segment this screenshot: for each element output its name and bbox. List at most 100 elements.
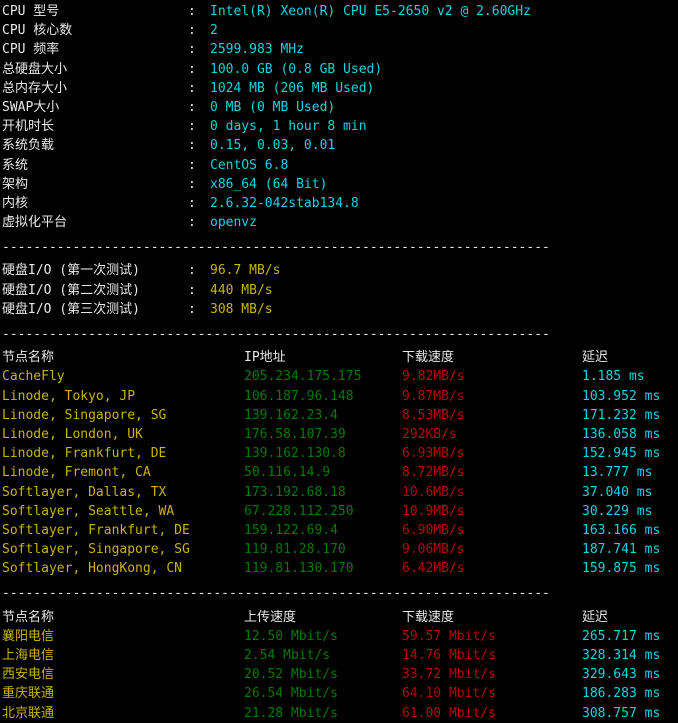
system-info-value: 2599.983 MHz — [210, 42, 304, 58]
node-download-speed: 9.87MB/s — [402, 388, 465, 404]
table-row: 襄阳电信 12.50 Mbit/s 59.57 Mbit/s 265.717 ms — [2, 627, 678, 646]
node-ip: 67.228.112.250 — [244, 503, 354, 519]
system-info-label: 开机时长 — [2, 119, 55, 135]
node-latency: 30.229 ms — [582, 503, 653, 519]
column-header-download: 下载速度 — [402, 350, 455, 366]
node-upload-speed: 20.52 Mbit/s — [244, 667, 338, 683]
node-name: 北京联通 — [2, 705, 55, 721]
system-info-label: 架构 — [2, 176, 29, 192]
node-download-speed: 61.00 Mbit/s — [402, 705, 496, 721]
speedtest-intl-table: 节点名称 IP地址 下载速度 延迟 CacheFly 205.234.175.17… — [2, 348, 678, 578]
system-info-value: CentOS 6.8 — [210, 157, 289, 173]
table-header-row: 节点名称 IP地址 下载速度 延迟 — [2, 348, 678, 367]
node-name: Softlayer, Frankfurt, DE — [2, 522, 190, 538]
node-download-speed: 10.6MB/s — [402, 484, 465, 500]
disk-io-colon: : — [188, 263, 196, 279]
system-info-colon: : — [188, 215, 196, 231]
node-latency: 136.058 ms — [582, 426, 661, 442]
system-info-colon: : — [188, 138, 196, 154]
node-upload-speed: 21.28 Mbit/s — [244, 705, 338, 721]
node-latency: 186.283 ms — [582, 686, 661, 702]
system-info-row: 总内存大小:1024 MB (206 MB Used) — [2, 79, 678, 98]
system-info-colon: : — [188, 4, 196, 19]
system-info-row: CPU 核心数:2 — [2, 21, 678, 40]
system-info-row: SWAP大小:0 MB (0 MB Used) — [2, 98, 678, 117]
disk-io-label: 硬盘I/O (第二次测试) — [2, 282, 140, 298]
system-info-colon: : — [188, 99, 196, 115]
table-row: Softlayer, Dallas, TX 173.192.68.18 10.6MB… — [2, 483, 678, 502]
column-header-upload: 上传速度 — [244, 609, 297, 625]
node-latency: 171.232 ms — [582, 407, 661, 423]
node-upload-speed: 26.54 Mbit/s — [244, 686, 338, 702]
node-name: 襄阳电信 — [2, 628, 55, 644]
disk-io-row: 硬盘I/O (第二次测试):440 MB/s — [2, 281, 678, 300]
system-info-label: 总硬盘大小 — [2, 61, 68, 77]
system-info-label: 内核 — [2, 195, 29, 211]
system-info-colon: : — [188, 23, 196, 39]
node-latency: 1.185 ms — [582, 369, 645, 385]
system-info-value: 2.6.32-042stab134.8 — [210, 195, 359, 211]
disk-io-colon: : — [188, 301, 196, 317]
system-info-label: SWAP大小 — [2, 99, 60, 115]
node-ip: 205.234.175.175 — [244, 369, 362, 385]
node-name: 重庆联通 — [2, 686, 55, 702]
node-download-speed: 64.10 Mbit/s — [402, 686, 496, 702]
node-upload-speed: 12.50 Mbit/s — [244, 628, 338, 644]
system-info-value: 0 MB (0 MB Used) — [210, 99, 336, 115]
node-ip: 159.122.69.4 — [244, 522, 338, 538]
node-download-speed: 6.42MB/s — [402, 561, 465, 577]
node-latency: 265.717 ms — [582, 628, 661, 644]
system-info-row: 系统: CentOS 6.8 — [2, 156, 678, 175]
system-info-row: 架构: x86_64 (64 Bit) — [2, 175, 678, 194]
node-name: Softlayer, Seattle, WA — [2, 503, 175, 519]
table-row: 西安电信 20.52 Mbit/s 33.72 Mbit/s 329.643 ms — [2, 665, 678, 684]
system-info-label: CPU 核心数 — [2, 23, 73, 39]
node-name: Linode, Fremont, CA — [2, 465, 151, 481]
system-info-value: 1024 MB (206 MB Used) — [210, 80, 375, 96]
node-download-speed: 10.9MB/s — [402, 503, 465, 519]
node-download-speed: 292KB/s — [402, 426, 457, 442]
node-download-speed: 8.53MB/s — [402, 407, 465, 423]
system-info-row: CPU 频率:2599.983 MHz — [2, 40, 678, 59]
column-header-latency: 延迟 — [582, 350, 609, 366]
system-info-colon: : — [188, 61, 196, 77]
table-row: Linode, Frankfurt, DE 139.162.130.8 6.93MB… — [2, 444, 678, 463]
system-info-colon: : — [188, 176, 196, 192]
node-name: Linode, Singapore, SG — [2, 407, 167, 423]
node-latency: 187.741 ms — [582, 542, 661, 558]
table-row: 重庆联通 26.54 Mbit/s 64.10 Mbit/s 186.283 ms — [2, 684, 678, 703]
system-info-colon: : — [188, 157, 196, 173]
system-info-value: openvz — [210, 215, 257, 231]
node-name: Softlayer, HongKong, CN — [2, 561, 183, 577]
node-latency: 308.757 ms — [582, 705, 661, 721]
disk-io-label: 硬盘I/O (第一次测试) — [2, 263, 140, 279]
node-ip: 119.81.130.170 — [244, 561, 354, 577]
table-row: Linode, Fremont, CA 50.116.14.9 8.72MB/s 13… — [2, 463, 678, 482]
separator-line-2: ----------------------------------------… — [2, 327, 550, 342]
system-info-label: CPU 型号 — [2, 4, 60, 19]
disk-io-row: 硬盘I/O (第三次测试):308 MB/s — [2, 300, 678, 319]
system-info-label: 系统 — [2, 157, 29, 173]
node-latency: 13.777 ms — [582, 465, 653, 481]
node-name: Linode, London, UK — [2, 426, 143, 442]
disk-io-value: 96.7 MB/s — [210, 263, 281, 279]
system-info-colon: : — [188, 119, 196, 135]
terminal-window[interactable]: CPU 型号: Intel(R) Xeon(R) CPU E5-2650 v2 @… — [0, 0, 678, 723]
table-row: Linode, London, UK 176.58.107.39 292KB/s 13… — [2, 425, 678, 444]
table-header-row: 节点名称 上传速度 下载速度 延迟 — [2, 608, 678, 627]
system-info-row: 总硬盘大小:100.0 GB (0.8 GB Used) — [2, 60, 678, 79]
system-info-label: 系统负载 — [2, 138, 55, 154]
speedtest-cn-table: 节点名称 上传速度 下载速度 延迟 襄阳电信 12.50 Mbit/s 59.57 … — [2, 608, 678, 723]
system-info-label: 总内存大小 — [2, 80, 68, 96]
table-row: 北京联通 21.28 Mbit/s 61.00 Mbit/s 308.757 ms — [2, 704, 678, 723]
column-header-latency: 延迟 — [582, 609, 609, 625]
system-info-row: 虚拟化平台: openvz — [2, 213, 678, 232]
table-row: Softlayer, HongKong, CN 119.81.130.170 6.4… — [2, 559, 678, 578]
column-header-node-name: 节点名称 — [2, 350, 55, 366]
node-name: CacheFly — [2, 369, 65, 385]
node-download-speed: 8.72MB/s — [402, 465, 465, 481]
system-info-value: 100.0 GB (0.8 GB Used) — [210, 61, 383, 77]
system-info-label: 虚拟化平台 — [2, 215, 68, 231]
separator-line-1: ----------------------------------------… — [2, 240, 550, 256]
node-ip: 173.192.68.18 — [244, 484, 346, 500]
